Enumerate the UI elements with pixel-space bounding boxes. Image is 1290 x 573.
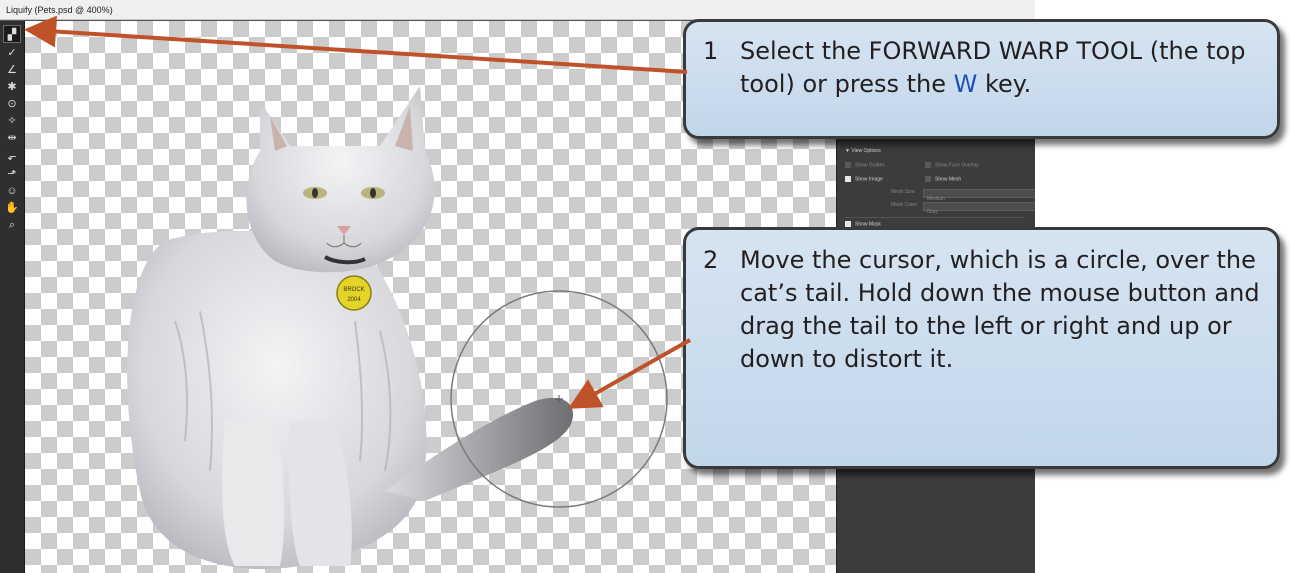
key-w: W xyxy=(953,70,978,98)
hand-tool-icon[interactable]: ✋ xyxy=(3,199,21,217)
mesh-color-label: Mesh Color: xyxy=(891,202,918,208)
show-guides-checkbox[interactable]: Show Guides xyxy=(845,162,885,168)
zoom-tool-icon[interactable]: ⌕ xyxy=(3,216,21,234)
step-text-1: Select the FORWARD WARP TOOL (the top to… xyxy=(740,37,1246,98)
show-image-checkbox[interactable]: Show Image xyxy=(845,176,883,182)
window-title: Liquify (Pets.psd @ 400%) xyxy=(0,0,1035,20)
show-mesh-checkbox[interactable]: Show Mesh xyxy=(925,176,961,182)
step-text-2: Move the cursor, which is a circle, over… xyxy=(740,246,1260,373)
mesh-color-select[interactable]: Gray xyxy=(923,202,1035,215)
tools-panel: ▞ ✓ ∠ ✱ ⊙ ✧ ⇹ ⬐ ⬏ ☺ ✋ ⌕ xyxy=(0,21,25,573)
face-tool-icon[interactable]: ☺ xyxy=(3,182,21,200)
mesh-size-select[interactable]: Medium xyxy=(923,189,1035,202)
twirl-tool-icon[interactable]: ✱ xyxy=(3,78,21,96)
svg-text:2004: 2004 xyxy=(347,297,361,303)
forward-warp-tool-icon[interactable]: ▞ xyxy=(3,25,21,43)
instruction-callout-1: 1 Select the FORWARD WARP TOOL (the top … xyxy=(683,19,1280,139)
view-options-heading[interactable]: ▼ View Options xyxy=(845,148,881,154)
step-number-1: 1 xyxy=(703,37,719,65)
push-left-tool-icon[interactable]: ⇹ xyxy=(3,129,21,147)
mesh-color-value: Gray xyxy=(927,209,938,215)
bloat-tool-icon[interactable]: ✧ xyxy=(3,112,21,130)
freeze-mask-tool-icon[interactable]: ⬐ xyxy=(3,148,21,166)
show-face-overlay-checkbox[interactable]: Show Face Overlay xyxy=(925,162,979,168)
thaw-mask-tool-icon[interactable]: ⬏ xyxy=(3,165,21,183)
step-number-2: 2 xyxy=(703,246,719,274)
pucker-tool-icon[interactable]: ⊙ xyxy=(3,95,21,113)
mesh-size-label: Mesh Size: xyxy=(891,189,916,195)
reconstruct-tool-icon[interactable]: ✓ xyxy=(3,44,21,62)
smooth-tool-icon[interactable]: ∠ xyxy=(3,61,21,79)
svg-text:BROCK: BROCK xyxy=(343,287,364,293)
instruction-callout-2: 2 Move the cursor, which is a circle, ov… xyxy=(683,227,1280,469)
